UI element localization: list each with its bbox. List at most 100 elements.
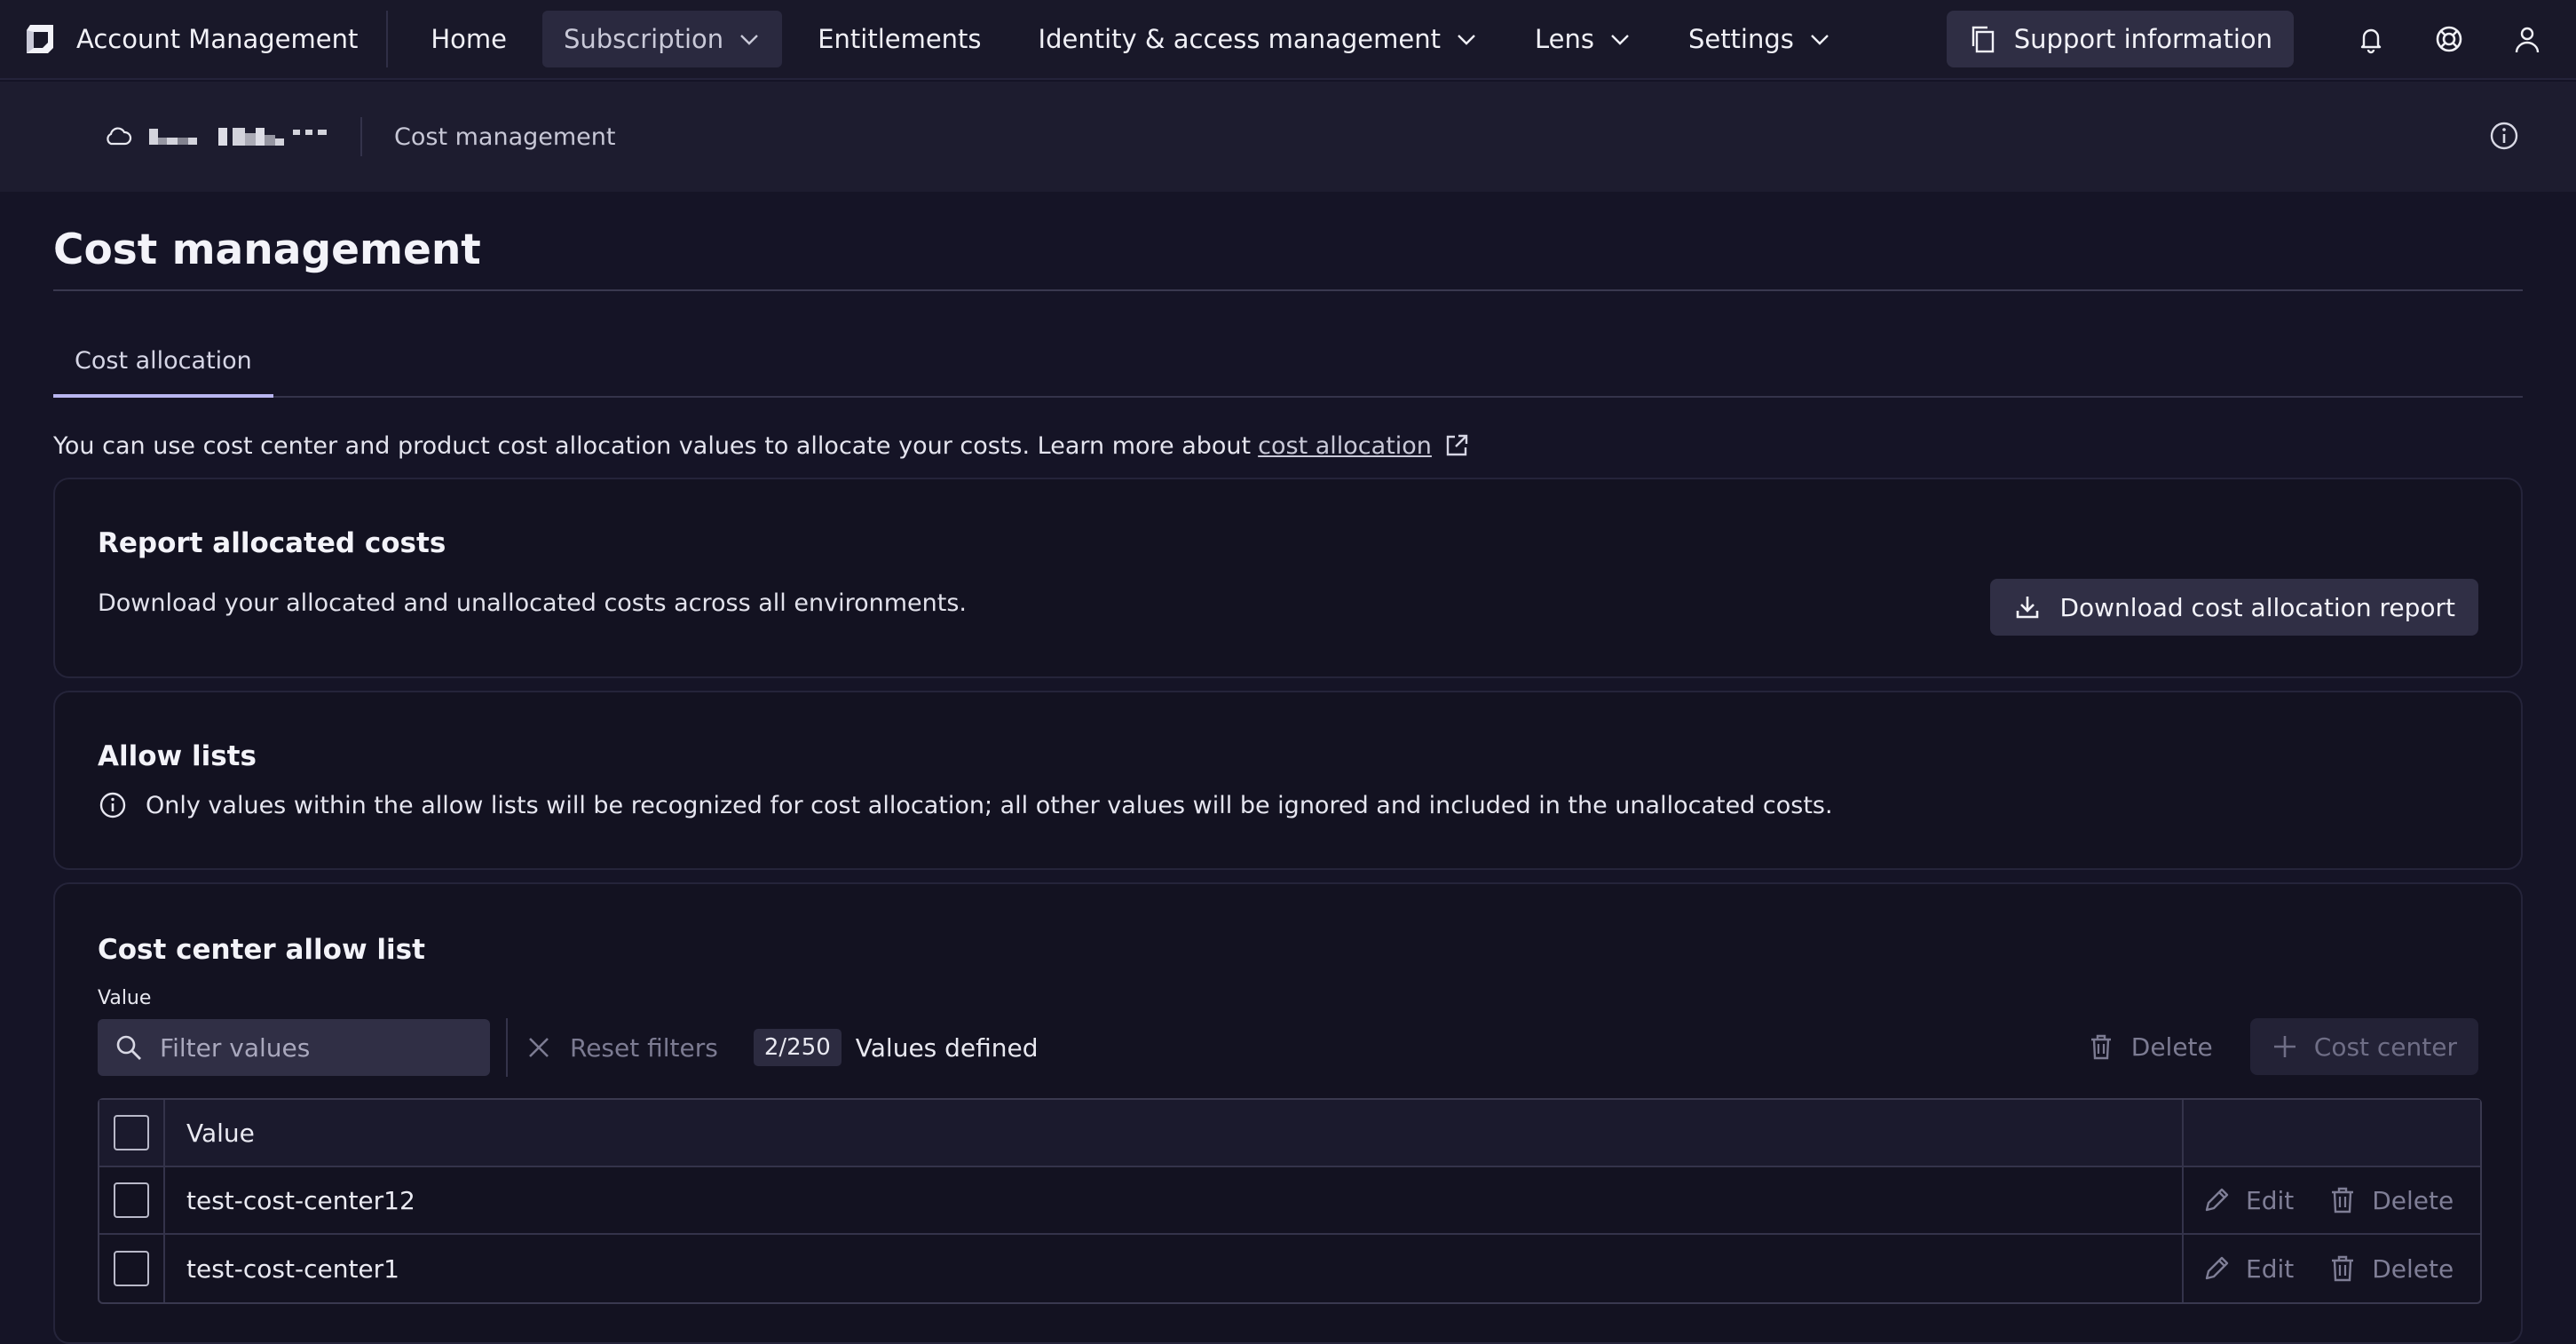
divider (506, 1018, 508, 1077)
allow-lists-title: Allow lists (98, 740, 257, 772)
row-select-cell (99, 1167, 165, 1233)
breadcrumb[interactable]: Cost management (394, 123, 615, 151)
values-defined-label: Values defined (855, 1032, 1039, 1063)
nav-entitlements-label: Entitlements (818, 24, 982, 54)
cost-center-table: Value test-cost-center12 Edit Delete tes… (98, 1098, 2482, 1304)
row-checkbox[interactable] (114, 1182, 149, 1218)
top-navigation: Account Management Home Subscription Ent… (0, 0, 2576, 80)
cloud-icon (107, 127, 132, 146)
nav-settings-label: Settings (1687, 24, 1794, 54)
main-content: Cost management Cost allocation You can … (53, 192, 2523, 1344)
table-cell-value: test-cost-center12 (165, 1167, 2184, 1233)
user-menu-button[interactable] (2501, 13, 2553, 65)
report-title: Report allocated costs (98, 527, 446, 559)
edit-button[interactable]: Edit (2201, 1253, 2294, 1284)
nav-identity-access[interactable]: Identity & access management (1017, 11, 1499, 67)
nav-subscription-label: Subscription (563, 24, 724, 54)
delete-label: Delete (2372, 1253, 2454, 1284)
help-button[interactable] (2423, 13, 2475, 65)
chevron-down-icon (1811, 35, 1829, 45)
reset-filters-button[interactable]: Reset filters (525, 1033, 718, 1063)
copy-icon (1972, 26, 1994, 53)
search-icon (116, 1035, 141, 1060)
bell-icon (2360, 28, 2382, 54)
row-select-cell (99, 1235, 165, 1302)
cost-center-allow-list-card: Cost center allow list Value Filter valu… (53, 882, 2523, 1344)
intro-text-body: You can use cost center and product cost… (53, 431, 1252, 460)
select-all-checkbox[interactable] (114, 1115, 149, 1150)
nav-home-label: Home (431, 24, 507, 54)
select-all-cell (99, 1100, 165, 1166)
user-icon (2515, 27, 2540, 53)
bulk-actions: Delete Cost center (2087, 1018, 2478, 1075)
nav-subscription[interactable]: Subscription (541, 11, 783, 67)
help-lifebuoy-icon (2436, 26, 2462, 52)
external-link-icon[interactable] (1442, 431, 1471, 460)
edit-label: Edit (2246, 1185, 2295, 1215)
tab-bar: Cost allocation (53, 291, 2523, 398)
allow-lists-card: Allow lists Only values within the allow… (53, 691, 2523, 870)
edit-label: Edit (2246, 1253, 2295, 1284)
nav-home[interactable]: Home (409, 11, 528, 67)
chevron-down-icon (740, 35, 759, 45)
nav-entitlements[interactable]: Entitlements (796, 11, 1002, 67)
filter-row: Filter values Reset filters 2/250 Values… (98, 1018, 2478, 1077)
filter-values-input[interactable]: Filter values (98, 1019, 490, 1076)
table-header-row: Value (99, 1100, 2480, 1167)
bulk-delete-label: Delete (2130, 1032, 2213, 1062)
support-information-label: Support information (2013, 24, 2272, 54)
nav-settings[interactable]: Settings (1667, 11, 1853, 67)
row-actions: Edit Delete (2184, 1167, 2480, 1233)
add-cost-center-label: Cost center (2313, 1032, 2457, 1062)
edit-button[interactable]: Edit (2201, 1185, 2294, 1215)
redacted-environment-name (149, 128, 327, 146)
allow-lists-note: Only values within the allow lists will … (98, 790, 2478, 820)
bulk-delete-button[interactable]: Delete (2087, 1032, 2213, 1062)
trash-icon (2090, 1034, 2111, 1060)
delete-label: Delete (2372, 1185, 2454, 1215)
trash-icon (2332, 1187, 2354, 1214)
nav-lens-label: Lens (1534, 24, 1594, 54)
notifications-button[interactable] (2345, 13, 2397, 65)
delete-button[interactable]: Delete (2327, 1253, 2454, 1284)
chevron-down-icon (1611, 35, 1629, 45)
nav-identity-access-label: Identity & access management (1038, 24, 1441, 54)
app-logo-icon (27, 25, 53, 53)
delete-button[interactable]: Delete (2327, 1185, 2454, 1215)
cost-center-title: Cost center allow list (98, 934, 425, 966)
download-cost-allocation-report-button[interactable]: Download cost allocation report (1990, 579, 2478, 636)
download-icon (2017, 597, 2039, 619)
table-row: test-cost-center1 Edit Delete (99, 1235, 2480, 1302)
pencil-icon (2205, 1256, 2229, 1280)
values-count-badge: 2/250 (753, 1029, 842, 1066)
allow-lists-note-text: Only values within the allow lists will … (146, 791, 1833, 819)
row-checkbox[interactable] (114, 1251, 149, 1286)
info-icon (99, 792, 126, 818)
column-header-actions (2184, 1100, 2480, 1166)
trash-icon (2332, 1255, 2354, 1282)
tab-cost-allocation[interactable]: Cost allocation (53, 347, 273, 398)
support-information-button[interactable]: Support information (1946, 11, 2294, 67)
add-cost-center-button[interactable]: Cost center (2249, 1018, 2478, 1075)
filter-values-placeholder: Filter values (160, 1032, 311, 1063)
pencil-icon (2205, 1188, 2229, 1212)
column-header-value[interactable]: Value (165, 1100, 2184, 1166)
cost-allocation-link[interactable]: cost allocation (1258, 432, 1432, 460)
reset-filters-label: Reset filters (570, 1032, 718, 1063)
environment-selector[interactable] (103, 117, 362, 156)
row-actions: Edit Delete (2184, 1235, 2480, 1302)
table-row: test-cost-center12 Edit Delete (99, 1167, 2480, 1235)
chevron-down-icon (1458, 35, 1475, 45)
brand[interactable]: Account Management (0, 11, 389, 67)
page-title: Cost management (53, 225, 481, 274)
intro-text: You can use cost center and product cost… (53, 430, 2523, 462)
table-cell-value: test-cost-center1 (165, 1235, 2184, 1302)
report-allocated-costs-card: Report allocated costs Download your all… (53, 478, 2523, 678)
info-icon[interactable] (2487, 119, 2521, 153)
nav-lens[interactable]: Lens (1513, 11, 1653, 67)
value-field-label: Value (98, 987, 152, 1009)
plus-icon (2273, 1036, 2295, 1057)
sub-header: Cost management (0, 82, 2576, 192)
download-button-label: Download cost allocation report (2059, 592, 2455, 622)
close-icon (529, 1038, 549, 1057)
